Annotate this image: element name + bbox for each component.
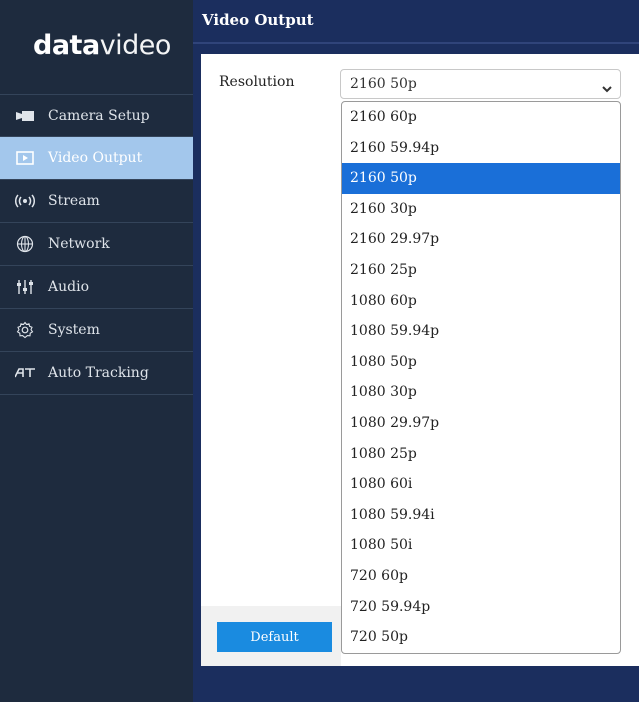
- resolution-option[interactable]: 2160 29.97p: [342, 224, 620, 255]
- resolution-selected-value: 2160 50p: [350, 76, 417, 92]
- camera-icon: [14, 110, 36, 122]
- resolution-option[interactable]: 720 60p: [342, 561, 620, 592]
- sidebar-item-label: Network: [48, 236, 110, 252]
- resolution-option[interactable]: 1080 25p: [342, 439, 620, 470]
- sidebar-item-label: System: [48, 322, 100, 338]
- sidebar-item-label: Audio: [48, 279, 89, 295]
- sidebar-item-auto-tracking[interactable]: Auto Tracking: [0, 352, 193, 395]
- resolution-label: Resolution: [219, 74, 295, 90]
- sidebar-item-stream[interactable]: Stream: [0, 180, 193, 223]
- sidebar-nav: Camera Setup Video Output Stream Network…: [0, 94, 193, 395]
- resolution-option[interactable]: 1080 59.94p: [342, 316, 620, 347]
- video-output-icon: [14, 151, 36, 165]
- resolution-option[interactable]: 720 50p: [342, 622, 620, 653]
- datavideo-logo: datavideo: [33, 30, 171, 61]
- default-button[interactable]: Default: [217, 622, 332, 652]
- auto-tracking-icon: [14, 368, 36, 378]
- resolution-option[interactable]: 1080 60i: [342, 469, 620, 500]
- resolution-option-selected[interactable]: 2160 50p: [342, 163, 620, 194]
- resolution-option[interactable]: 2160 25p: [342, 255, 620, 286]
- sidebar: datavideo Camera Setup Video Output Stre…: [0, 0, 193, 702]
- sidebar-item-system[interactable]: System: [0, 309, 193, 352]
- stream-icon: [14, 194, 36, 208]
- resolution-option[interactable]: 2160 30p: [342, 194, 620, 225]
- resolution-option[interactable]: 1080 59.94i: [342, 500, 620, 531]
- sidebar-item-video-output[interactable]: Video Output: [0, 137, 193, 180]
- page-title: Video Output: [202, 11, 314, 29]
- sidebar-item-network[interactable]: Network: [0, 223, 193, 266]
- resolution-select[interactable]: 2160 50p: [340, 69, 621, 99]
- sidebar-item-label: Camera Setup: [48, 107, 150, 124]
- audio-sliders-icon: [14, 279, 36, 295]
- resolution-option[interactable]: 720 59.94p: [342, 592, 620, 623]
- sidebar-item-label: Auto Tracking: [48, 365, 149, 381]
- resolution-option[interactable]: 1080 60p: [342, 286, 620, 317]
- sidebar-item-camera-setup[interactable]: Camera Setup: [0, 94, 193, 137]
- resolution-option[interactable]: 2160 60p: [342, 102, 620, 133]
- globe-icon: [14, 235, 36, 253]
- chevron-down-icon: [601, 79, 613, 98]
- resolution-option[interactable]: 1080 50p: [342, 347, 620, 378]
- resolution-option[interactable]: 1080 29.97p: [342, 408, 620, 439]
- resolution-dropdown-list: 2160 60p 2160 59.94p 2160 50p 2160 30p 2…: [341, 101, 621, 654]
- page-header: Video Output: [193, 0, 639, 44]
- sidebar-item-label: Video Output: [48, 150, 143, 166]
- gear-icon: [14, 321, 36, 339]
- resolution-option[interactable]: 1080 50i: [342, 530, 620, 561]
- sidebar-item-audio[interactable]: Audio: [0, 266, 193, 309]
- resolution-option[interactable]: 2160 59.94p: [342, 133, 620, 164]
- resolution-option[interactable]: 1080 30p: [342, 377, 620, 408]
- sidebar-item-label: Stream: [48, 193, 100, 209]
